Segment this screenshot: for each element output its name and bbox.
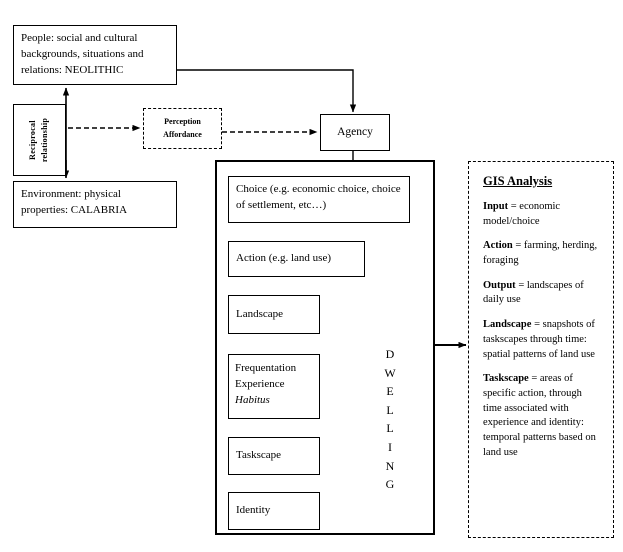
node-identity-label: Identity xyxy=(236,504,271,516)
gis-analysis-panel: GIS Analysis Input = economic model/choi… xyxy=(468,161,614,538)
gis-entry-taskscape: Taskscape = areas of specific action, th… xyxy=(483,372,601,460)
gis-entry-output-term: Output xyxy=(483,279,516,291)
node-identity: Identity xyxy=(228,492,320,530)
gis-entry-input-term: Input xyxy=(483,201,509,212)
gis-entry-action: Action = farming, herding, foraging xyxy=(483,239,601,268)
node-environment: Environment: physical properties: CALABR… xyxy=(13,181,177,228)
node-action-label: Action (e.g. land use) xyxy=(236,252,331,264)
gis-entry-landscape: Landscape = snapshots of taskscapes thro… xyxy=(483,318,601,362)
gis-entry-taskscape-definition: = areas of specific action, through time… xyxy=(483,373,596,458)
node-environment-label: Environment: physical properties: CALABR… xyxy=(21,188,128,216)
node-choice: Choice (e.g. economic choice, choice of … xyxy=(228,176,410,223)
node-action: Action (e.g. land use) xyxy=(228,241,365,277)
diagram-canvas: People: social and cultural backgrounds,… xyxy=(0,0,623,552)
node-reciprocal-relationship: Reciprocal relationship xyxy=(13,104,66,176)
dwelling-vertical-label: D W E L L I N G xyxy=(384,347,396,492)
node-people: People: social and cultural backgrounds,… xyxy=(13,25,177,85)
node-taskscape: Taskscape xyxy=(228,437,320,475)
node-landscape: Landscape xyxy=(228,295,320,334)
node-landscape-label: Landscape xyxy=(236,308,284,320)
gis-analysis-title: GIS Analysis xyxy=(483,174,553,188)
node-frequentation-experience-habitus: Frequentation Experience Habitus xyxy=(228,354,320,419)
node-frequentation-line3-habitus: Habitus xyxy=(235,393,270,406)
gis-entry-taskscape-term: Taskscape xyxy=(483,373,529,385)
node-perception-affordance: Perception Affordance xyxy=(143,108,222,149)
node-reciprocal-relationship-label: Reciprocal relationship xyxy=(28,117,50,163)
gis-entry-landscape-term: Landscape xyxy=(483,319,532,331)
node-people-label: People: social and cultural backgrounds,… xyxy=(21,32,144,76)
node-frequentation-line2: Experience xyxy=(235,377,285,390)
node-agency: Agency xyxy=(320,114,390,151)
node-perception-affordance-label: Perception Affordance xyxy=(163,117,202,139)
node-frequentation-line1: Frequentation xyxy=(235,362,297,374)
gis-entry-action-term: Action xyxy=(483,240,513,252)
node-taskscape-label: Taskscape xyxy=(236,449,282,461)
gis-entry-input: Input = economic model/choice xyxy=(483,200,601,229)
node-choice-label: Choice (e.g. economic choice, choice of … xyxy=(236,183,401,211)
gis-entry-output: Output = landscapes of daily use xyxy=(483,279,601,308)
node-agency-label: Agency xyxy=(337,126,373,139)
